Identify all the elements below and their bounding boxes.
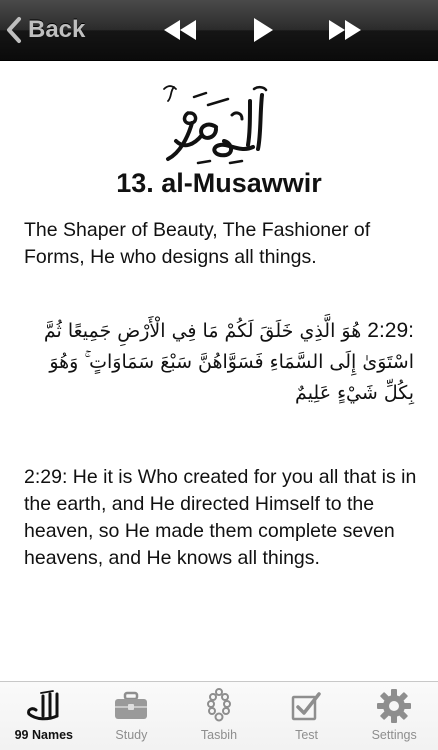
briefcase-icon [115,691,148,719]
tab-label: Test [295,728,319,742]
verse-translation: 2:29: He it is Who created for you all t… [24,466,417,569]
prayer-beads-icon [206,688,231,722]
tab-label: Tasbih [200,728,238,742]
arabic-name-calligraphy-icon [163,85,268,165]
fast-forward-button[interactable] [325,15,365,45]
fast-forward-icon [329,20,361,40]
tab-settings[interactable]: Settings [350,682,438,750]
name-detail-content: 13. al-Musawwir The Shaper of Beauty, Th… [0,61,438,681]
tab-bar: 99 Names Study Tasbih Test Settings [0,681,438,750]
name-meaning: The Shaper of Beauty, The Fashioner of F… [24,219,371,268]
verse-reference: 2:29: [367,319,414,342]
tab-label: 99 Names [14,728,73,742]
tab-test[interactable]: Test [263,682,351,750]
tab-label: Study [115,728,148,742]
page-title: 13. al-Musawwir [116,168,322,198]
back-button[interactable]: Back [6,11,98,49]
top-toolbar: Back [0,0,438,61]
rewind-icon [164,20,196,40]
verse-arabic-text: هُوَ الَّذِي خَلَقَ لَكُمْ مَا فِي الْأَ… [43,320,414,404]
rewind-button[interactable] [160,15,200,45]
verse-arabic: 2:29: هُوَ الَّذِي خَلَقَ لَكُمْ مَا فِي… [22,315,414,409]
tab-tasbih[interactable]: Tasbih [175,682,263,750]
chevron-left-icon [7,17,21,43]
play-button[interactable] [243,15,283,45]
play-icon [254,18,273,42]
tab-99-names[interactable]: 99 Names [0,682,88,750]
gear-icon [377,689,412,723]
allah-calligraphy-icon [26,690,59,721]
back-label: Back [28,16,86,43]
checkbox-icon [291,692,321,721]
tab-label: Settings [371,728,417,742]
tab-study[interactable]: Study [88,682,176,750]
